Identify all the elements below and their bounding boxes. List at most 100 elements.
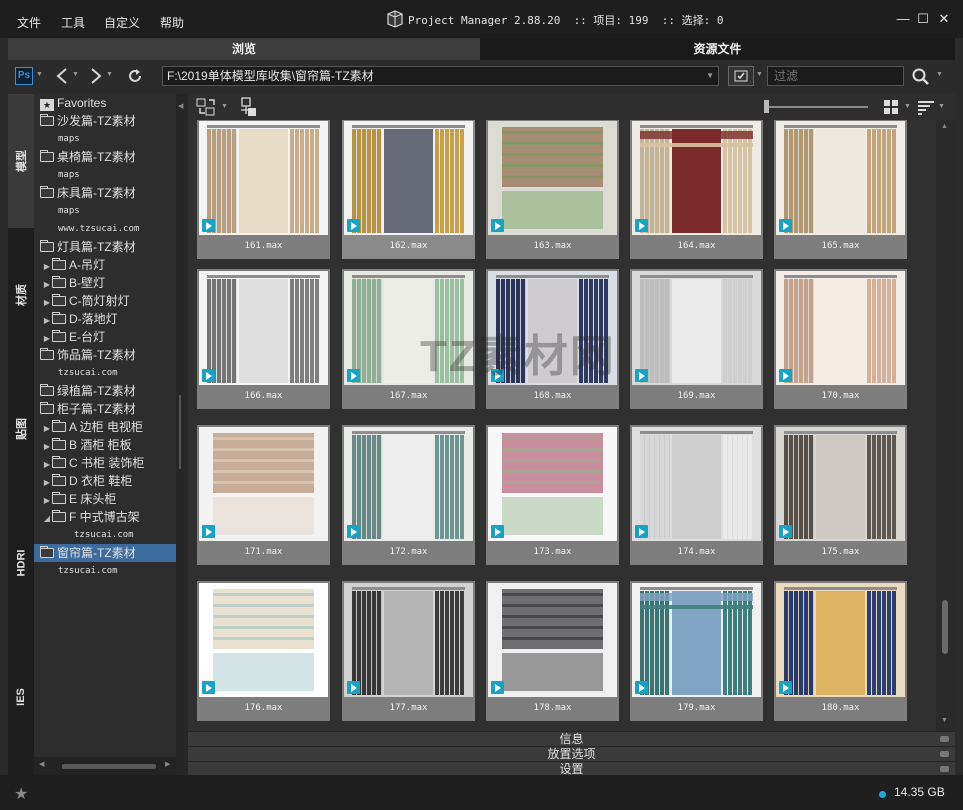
asset-card[interactable]: 176.max [197,581,330,721]
tree-item[interactable]: tzsucai.com [34,562,176,580]
menu-customize[interactable]: 自定义 [104,14,140,31]
close-button[interactable]: ✕ [935,10,953,28]
scroll-down-icon[interactable]: ▼ [941,717,948,724]
asset-card[interactable]: 165.max [774,120,907,259]
asset-card[interactable]: 164.max [630,120,763,259]
tree-item[interactable]: ▶ D-落地灯 [34,310,176,328]
tree-item[interactable]: maps [34,202,176,220]
asset-card[interactable]: 167.max [342,269,475,409]
asset-card[interactable]: 168.max [486,269,619,409]
tree-item[interactable]: 绿植篇-TZ素材 [34,382,176,400]
panel-settings[interactable]: 设置 [188,761,955,776]
tree-item[interactable]: ▶ B 酒柜 柜板 [34,436,176,454]
search-icon[interactable] [911,67,931,87]
asset-card[interactable]: 178.max [486,581,619,721]
tree-item[interactable]: 沙发篇-TZ素材 [34,112,176,130]
path-input[interactable]: F:\2019单体模型库收集\窗帘篇-TZ素材 ▼ [162,66,719,86]
search-dropdown-icon[interactable]: ▼ [936,71,943,78]
scroll-left-icon[interactable]: ◀ [39,760,44,768]
asset-card[interactable]: 180.max [774,581,907,721]
scroll-up-icon[interactable]: ▲ [941,123,948,130]
asset-card[interactable]: 166.max [197,269,330,409]
view-mode-dropdown-icon[interactable]: ▼ [756,71,763,78]
tree-item[interactable]: ▶ E 床头柜 [34,490,176,508]
asset-card[interactable]: 170.max [774,269,907,409]
tree-item[interactable]: 柜子篇-TZ素材 [34,400,176,418]
sort-icon[interactable] [917,99,935,115]
side-tab-ies[interactable]: IES [8,630,34,764]
menu-tools[interactable]: 工具 [61,14,85,31]
tree-item[interactable]: ▶ D 衣柜 鞋柜 [34,472,176,490]
expand-icon[interactable] [940,751,949,757]
favorite-star-icon[interactable]: ★ [14,784,28,804]
grid-view-dropdown-icon[interactable]: ▼ [904,103,911,110]
tree-scrollbar[interactable]: ◀ ▶ [34,757,176,775]
asset-card[interactable]: 169.max [630,269,763,409]
view-mode-button[interactable] [728,66,754,86]
pane-splitter[interactable] [176,94,188,775]
tree-item[interactable]: ▶ A-吊灯 [34,256,176,274]
scroll-right-icon[interactable]: ▶ [165,760,170,768]
tree-item[interactable]: ▶ E-台灯 [34,328,176,346]
path-dropdown-icon[interactable]: ▼ [706,67,714,85]
asset-card[interactable]: 173.max [486,425,619,565]
tree-scroll-thumb[interactable] [62,764,156,769]
tree-item[interactable]: 窗帘篇-TZ素材 [34,544,176,562]
expand-icon[interactable] [940,736,949,742]
grid-view-icon[interactable] [883,99,899,115]
tree-item[interactable]: ◢ F 中式博古架 [34,508,176,526]
sort-dropdown-icon[interactable]: ▼ [938,103,945,110]
tree-item[interactable]: 饰品篇-TZ素材 [34,346,176,364]
grid-scrollbar[interactable]: ▲ ▼ [936,120,955,731]
side-tab-hdri[interactable]: HDRI [8,496,34,630]
panel-info[interactable]: 信息 [188,731,955,746]
tree-item[interactable]: ★ Favorites [34,94,176,112]
menu-file[interactable]: 文件 [17,14,41,31]
back-arrow-icon[interactable] [55,67,69,85]
tree-item[interactable]: www.tzsucai.com [34,220,176,238]
sync-dropdown-icon[interactable]: ▼ [221,103,228,110]
panel-placement[interactable]: 放置选项 [188,746,955,761]
forward-dropdown-icon[interactable]: ▼ [106,71,113,78]
side-tab-textures[interactable]: 贴图 [8,362,34,496]
asset-card[interactable]: 163.max [486,120,619,259]
asset-card[interactable]: 177.max [342,581,475,721]
expand-icon[interactable] [940,766,949,772]
refresh-icon[interactable] [126,67,144,85]
thumb-size-slider[interactable] [768,106,868,108]
tree-item[interactable]: tzsucai.com [34,526,176,544]
thumb-size-handle[interactable] [764,100,769,113]
asset-card[interactable]: 175.max [774,425,907,565]
asset-card[interactable]: 174.max [630,425,763,565]
menu-help[interactable]: 帮助 [160,14,184,31]
tab-browse[interactable]: 浏览 [8,38,480,60]
asset-card[interactable]: 162.max [342,120,475,259]
tree-item[interactable]: 床具篇-TZ素材 [34,184,176,202]
maximize-button[interactable]: ☐ [914,10,932,28]
asset-card[interactable]: 172.max [342,425,475,565]
filter-input[interactable]: 过滤 [767,66,904,86]
tree-item[interactable]: maps [34,166,176,184]
package-icon[interactable] [236,97,258,117]
tree-item[interactable]: ▶ C-筒灯射灯 [34,292,176,310]
asset-card[interactable]: 161.max [197,120,330,259]
tree-item[interactable]: 桌椅篇-TZ素材 [34,148,176,166]
tab-assets[interactable]: 资源文件 [480,38,955,60]
ps-dropdown-icon[interactable]: ▼ [36,71,43,78]
tree-item[interactable]: ▶ A 边柜 电视柜 [34,418,176,436]
tree-item[interactable]: ▶ C 书柜 装饰柜 [34,454,176,472]
side-tab-materials[interactable]: 材质 [8,228,34,362]
back-dropdown-icon[interactable]: ▼ [72,71,79,78]
grid-scroll-thumb[interactable] [942,600,948,654]
photoshop-icon[interactable]: Ps [15,67,33,85]
tree-item[interactable]: 灯具篇-TZ素材 [34,238,176,256]
asset-card[interactable]: 179.max [630,581,763,721]
tree-item[interactable]: tzsucai.com [34,364,176,382]
side-tab-models[interactable]: 模型 [8,94,34,228]
sync-icon[interactable] [196,97,218,117]
tree-item[interactable]: maps [34,130,176,148]
asset-card[interactable]: 171.max [197,425,330,565]
minimize-button[interactable]: — [894,10,912,28]
tree-item[interactable]: ▶ B-壁灯 [34,274,176,292]
forward-arrow-icon[interactable] [89,67,103,85]
